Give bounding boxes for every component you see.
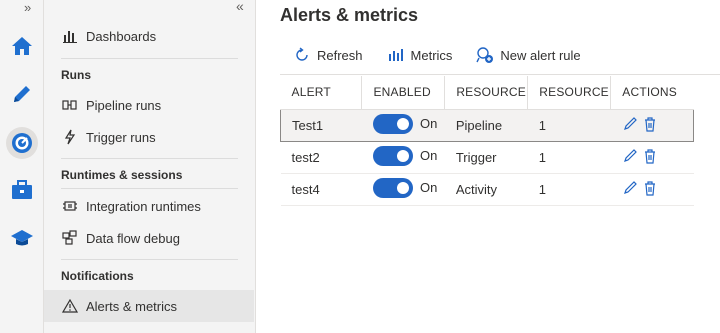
refresh-label: Refresh <box>317 47 363 63</box>
pipeline-runs-icon <box>60 97 80 113</box>
enabled-toggle[interactable]: On <box>372 113 438 134</box>
divider <box>61 188 238 189</box>
column-header-actions: ACTIONS <box>610 76 694 110</box>
sidebar-item-dashboards[interactable]: Dashboards <box>44 20 254 52</box>
monitor-sidebar: « Dashboards Runs Pipeline runs Trigger … <box>44 0 256 333</box>
toggle-track <box>372 177 413 198</box>
home-icon[interactable] <box>7 31 37 61</box>
section-header-notifications: Notifications <box>61 269 134 283</box>
column-header-resource-count[interactable]: RESOURCE <box>527 76 611 110</box>
dashboard-icon <box>60 28 80 44</box>
sidebar-item-alerts-metrics[interactable]: Alerts & metrics <box>44 290 254 322</box>
resource-type: Pipeline <box>444 108 528 142</box>
enabled-cell: On <box>361 173 445 206</box>
sidebar-item-integration-runtimes[interactable]: Integration runtimes <box>44 190 254 222</box>
delete-icon[interactable] <box>642 116 658 132</box>
metrics-button[interactable]: Metrics <box>387 47 453 63</box>
divider <box>61 158 238 159</box>
graduation-cap-icon[interactable] <box>7 223 37 253</box>
actions-cell <box>610 173 694 206</box>
sidebar-item-label: Trigger runs <box>86 129 156 145</box>
toolbox-manage-icon[interactable] <box>7 175 37 205</box>
data-flow-debug-icon <box>60 230 80 246</box>
metrics-icon <box>387 47 405 63</box>
refresh-button[interactable]: Refresh <box>293 46 363 64</box>
new-alert-rule-label: New alert rule <box>500 47 581 63</box>
icon-rail: » <box>0 0 44 333</box>
toolbar: Refresh Metrics New alert rule <box>293 46 605 64</box>
resource-type: Trigger <box>444 141 528 174</box>
toggle-track <box>372 145 413 166</box>
actions-cell <box>610 141 694 174</box>
delete-icon[interactable] <box>642 180 658 196</box>
toggle-label: On <box>419 180 438 195</box>
table-row[interactable]: Test1 On Pipeline 1 <box>279 108 694 142</box>
alert-name: test4 <box>280 173 362 206</box>
sidebar-item-trigger-runs[interactable]: Trigger runs <box>44 121 254 153</box>
sidebar-item-label: Data flow debug <box>86 230 180 246</box>
edit-icon[interactable] <box>622 148 638 164</box>
expand-icon[interactable]: » <box>24 0 31 15</box>
sidebar-item-label: Alerts & metrics <box>86 298 178 314</box>
delete-icon[interactable] <box>642 148 658 164</box>
toggle-knob <box>396 117 409 130</box>
collapse-icon[interactable]: « <box>236 0 244 14</box>
sidebar-item-pipeline-runs[interactable]: Pipeline runs <box>44 89 254 121</box>
resource-count: 1 <box>527 173 611 206</box>
actions-cell <box>610 108 694 142</box>
pencil-author-icon[interactable] <box>7 79 37 109</box>
page-title: Alerts & metrics <box>280 5 419 25</box>
integration-runtime-icon <box>60 198 80 214</box>
refresh-icon <box>293 46 311 64</box>
resource-type: Activity <box>444 173 528 206</box>
edit-icon[interactable] <box>622 180 638 196</box>
new-alert-rule-button[interactable]: New alert rule <box>476 46 581 64</box>
sidebar-item-data-flow-debug[interactable]: Data flow debug <box>44 222 254 254</box>
divider <box>61 259 238 260</box>
toggle-track <box>372 113 413 134</box>
column-header-resource-type[interactable]: RESOURCE <box>444 76 528 110</box>
enabled-toggle[interactable]: On <box>372 177 438 198</box>
toggle-knob <box>396 181 409 194</box>
alerts-table: ALERT ENABLED RESOURCE RESOURCE ACTIONS … <box>279 76 694 206</box>
toggle-knob <box>396 149 409 162</box>
enabled-cell: On <box>361 108 445 142</box>
column-header-alert[interactable]: ALERT <box>280 76 362 110</box>
toggle-label: On <box>419 116 438 131</box>
sidebar-item-label: Dashboards <box>86 28 157 44</box>
edit-icon[interactable] <box>622 116 638 132</box>
sidebar-item-label: Pipeline runs <box>86 97 162 113</box>
resource-count: 1 <box>527 108 611 142</box>
alert-name: test2 <box>280 141 362 174</box>
trigger-icon <box>60 129 80 145</box>
table-header-row: ALERT ENABLED RESOURCE RESOURCE ACTIONS <box>280 76 694 110</box>
add-alert-icon <box>476 46 494 64</box>
sidebar-item-label: Integration runtimes <box>86 198 201 214</box>
divider <box>61 58 238 59</box>
section-header-runtimes: Runtimes & sessions <box>61 168 183 182</box>
table-row[interactable]: test4 On Activity 1 <box>280 173 694 206</box>
alert-name: Test1 <box>279 108 362 142</box>
enabled-cell: On <box>361 141 445 174</box>
column-header-enabled[interactable]: ENABLED <box>361 76 445 110</box>
divider <box>280 74 720 75</box>
monitor-icon[interactable] <box>6 127 38 159</box>
enabled-toggle[interactable]: On <box>372 145 438 166</box>
warning-icon <box>60 298 80 314</box>
metrics-label: Metrics <box>410 47 453 63</box>
table-row[interactable]: test2 On Trigger 1 <box>280 141 694 174</box>
resource-count: 1 <box>527 141 611 174</box>
main-content: Alerts & metrics Refresh Metrics New ale… <box>257 0 720 333</box>
section-header-runs: Runs <box>61 68 91 82</box>
toggle-label: On <box>419 148 438 163</box>
